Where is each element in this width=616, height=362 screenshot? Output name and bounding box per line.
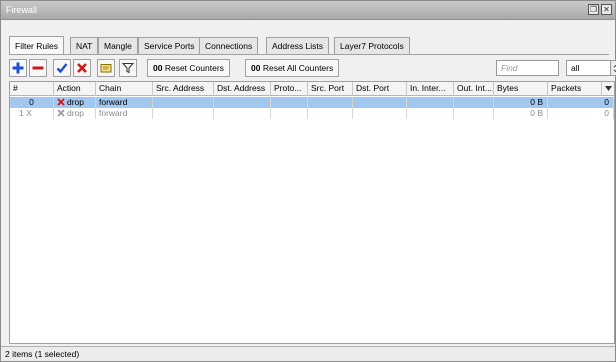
row-number-cell: 1 X [10,108,54,119]
filter-select-value: all [571,63,580,73]
firewall-window: Firewall ❐ ✕ Filter Rules NAT Mangle Ser… [0,0,616,362]
disable-button[interactable] [73,59,91,77]
tab-service-ports[interactable]: Service Ports [138,37,201,54]
row-dst-port [353,97,407,108]
comment-icon [100,64,112,73]
row-packets: 0 [548,97,614,108]
col-header-src-port[interactable]: Src. Port [308,82,353,96]
col-header-action[interactable]: Action [54,82,96,96]
row-disabled-flag: X [26,108,32,118]
row-action: drop [54,97,96,108]
drop-icon [57,109,65,117]
tab-connections[interactable]: Connections [199,37,259,54]
rules-table: # Action Chain Src. Address Dst. Address… [9,81,615,344]
tab-mangle[interactable]: Mangle [98,37,138,54]
row-chain: forward [96,97,153,108]
col-header-dst-address[interactable]: Dst. Address [214,82,271,96]
row-protocol [271,108,308,119]
tab-divider [9,54,609,55]
reset-all-counters-button[interactable]: 00 Reset All Counters [245,59,340,77]
title-bar[interactable]: Firewall ❐ ✕ [1,1,615,20]
filter-select[interactable]: all [566,60,616,76]
col-header-dst-port[interactable]: Dst. Port [353,82,407,96]
row-dst-port [353,108,407,119]
tab-nat[interactable]: NAT [70,37,99,54]
enable-button[interactable] [53,59,71,77]
table-row[interactable]: 0 drop forward 0 B 0 [10,97,614,108]
drop-icon [57,98,65,106]
chevron-down-icon [605,86,612,91]
tab-filter-rules[interactable]: Filter Rules [9,36,64,54]
row-bytes: 0 B [494,108,548,119]
remove-button[interactable] [29,59,47,77]
window-title: Firewall [6,5,38,15]
tab-layer7-protocols[interactable]: Layer7 Protocols [334,37,410,54]
reset-counters-prefix: 00 [153,63,163,73]
row-protocol [271,97,308,108]
add-button[interactable] [9,59,27,77]
table-header: # Action Chain Src. Address Dst. Address… [10,82,614,96]
row-action-label: drop [67,97,85,107]
table-row[interactable]: 1 X drop forward 0 B 0 [10,108,614,119]
row-src-address [153,97,214,108]
row-number: 1 [19,108,24,118]
restore-button[interactable]: ❐ [588,4,599,15]
row-out-interface [454,97,494,108]
enable-icon [56,63,68,74]
row-dst-address [214,97,271,108]
reset-counters-button[interactable]: 00 Reset Counters [147,59,230,77]
row-dst-address [214,108,271,119]
row-src-port [308,97,353,108]
col-header-protocol[interactable]: Proto... [271,82,308,96]
column-menu-button[interactable] [602,82,614,96]
comment-button[interactable] [97,59,115,77]
row-bytes: 0 B [494,97,548,108]
col-header-chain[interactable]: Chain [96,82,153,96]
toolbar: 00 Reset Counters 00 Reset All Counters … [9,57,616,79]
filter-button[interactable] [119,59,137,77]
reset-counters-label: Reset Counters [164,63,224,73]
row-out-interface [454,108,494,119]
row-src-address [153,108,214,119]
row-src-port [308,108,353,119]
remove-icon [32,66,44,70]
status-bar: 2 items (1 selected) [1,346,615,361]
close-button[interactable]: ✕ [601,4,612,15]
filter-icon [122,63,134,74]
row-action-label: drop [67,108,85,118]
dropdown-arrow-icon[interactable] [610,61,616,75]
col-header-src-address[interactable]: Src. Address [153,82,214,96]
reset-all-counters-label: Reset All Counters [262,63,334,73]
disable-icon [77,63,87,73]
add-icon [12,62,24,74]
reset-all-counters-prefix: 00 [251,63,261,73]
find-input[interactable]: Find [496,60,559,76]
row-in-interface [407,108,454,119]
col-header-number[interactable]: # [10,82,54,96]
col-header-in-interface[interactable]: In. Inter... [407,82,454,96]
row-in-interface [407,97,454,108]
col-header-out-interface[interactable]: Out. Int... [454,82,494,96]
row-number: 0 [10,97,54,108]
col-header-bytes[interactable]: Bytes [494,82,548,96]
row-packets: 0 [548,108,614,119]
row-action: drop [54,108,96,119]
col-header-packets[interactable]: Packets [548,82,602,96]
row-chain: forward [96,108,153,119]
tab-address-lists[interactable]: Address Lists [266,37,330,54]
